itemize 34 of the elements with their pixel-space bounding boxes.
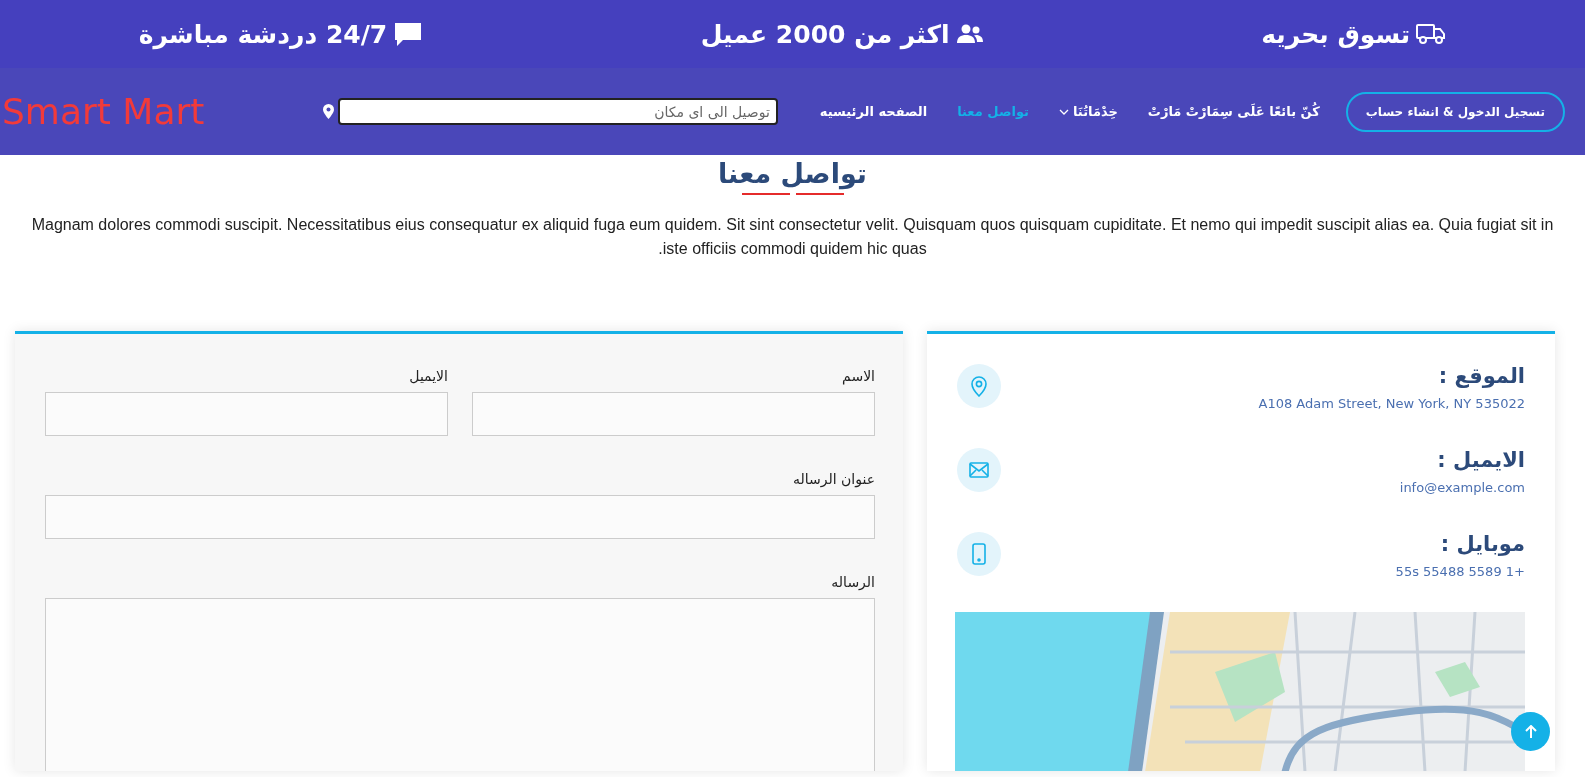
- truck-icon: [1416, 23, 1447, 45]
- section-heading: تواصل معنا: [717, 157, 868, 191]
- input-field[interactable]: [45, 495, 875, 539]
- info-text: تسوق بحريه: [1261, 19, 1411, 49]
- field-label: الايميل: [408, 368, 448, 384]
- envelope-icon: [969, 462, 989, 478]
- info-title: الايميل :: [1436, 448, 1525, 472]
- info-title: الموقع :: [1437, 364, 1525, 388]
- field-label: الرساله: [830, 574, 875, 590]
- chat-icon: [393, 21, 424, 47]
- search-field[interactable]: توصيل الى اى مكان: [337, 98, 778, 125]
- field-label: الاسم: [841, 368, 875, 384]
- map-pin-icon: [970, 375, 988, 397]
- field-label: عنوان الرساله: [791, 471, 875, 487]
- info-text: 24/7 دردشة مباشرة: [138, 19, 388, 49]
- info-value: +1 5589 55488 55s: [1395, 564, 1525, 579]
- login-button[interactable]: تسجيل الدخول & انشاء حساب: [1345, 91, 1565, 132]
- info-title: موبايل :: [1439, 532, 1525, 556]
- message-field[interactable]: [45, 598, 875, 771]
- nav-link[interactable]: الصفحه الرئيسيه: [819, 104, 928, 119]
- phone-icon: [972, 543, 986, 565]
- nav-link[interactable]: كُنّ بائعًا عَلَى سِمَارْتْ مَارْتْ: [1147, 104, 1320, 119]
- input-field[interactable]: [45, 392, 448, 436]
- info-value: A108 Adam Street, New York, NY 535022: [1258, 396, 1525, 411]
- logo-text: Smart Mart: [1, 91, 205, 132]
- users-icon: [955, 24, 984, 44]
- intro-paragraph: Magnam dolores commodi suscipit. Necessitatibus eius consequatur ex aliquid fuga eum quidem. Sit sint consectetur velit. Quisquam quos quisquam cupiditate. Et nemo qui impedit suscipit alias ea. Quia fugiat sit in iste officiis commodi quidem hic quas.: [30, 215, 1555, 259]
- info-value: info@example.com: [1399, 480, 1525, 495]
- chevron-down-icon: [1058, 108, 1069, 115]
- info-text: اكثر من 2000 عميل: [700, 19, 950, 49]
- map-pin-icon: [322, 104, 334, 119]
- arrow-up-icon: [1524, 724, 1537, 739]
- nav-dropdown[interactable]: خِدْمَاتُنَا: [1058, 104, 1118, 119]
- input-field[interactable]: [472, 392, 875, 436]
